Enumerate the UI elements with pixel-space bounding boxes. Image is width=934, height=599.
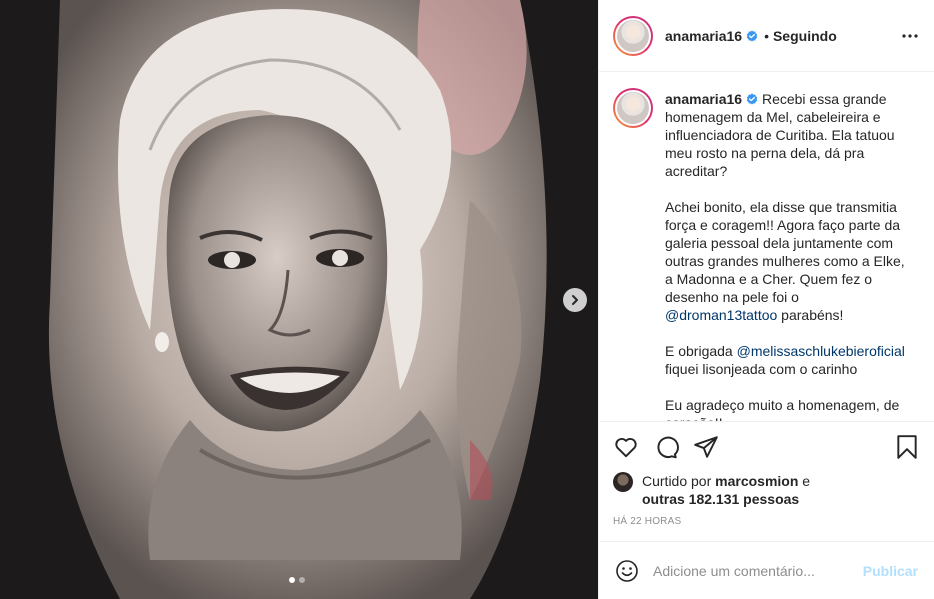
follow-status-button[interactable]: Seguindo: [773, 28, 837, 44]
carousel-dot-1: [289, 577, 295, 583]
caption-username[interactable]: anamaria16: [665, 91, 742, 107]
verified-badge-icon: [746, 93, 758, 105]
post-side-panel: anamaria16 • Seguindo anamaria16 Recebi …: [598, 0, 934, 599]
liker-avatar[interactable]: [613, 472, 633, 492]
caption-author-avatar[interactable]: [613, 88, 653, 128]
comment-icon[interactable]: [653, 434, 679, 460]
mention-link-melissaschlukebieroficial[interactable]: @melissaschlukebieroficial: [737, 343, 905, 359]
comment-input[interactable]: [653, 562, 863, 579]
post-media[interactable]: [0, 0, 598, 599]
heart-icon[interactable]: [613, 434, 639, 460]
more-options-icon[interactable]: [902, 33, 918, 38]
avatar-image: [615, 17, 651, 54]
liker-username[interactable]: marcosmion: [715, 473, 798, 489]
chevron-right-icon: [572, 295, 578, 305]
add-comment-bar: Publicar: [599, 541, 934, 599]
caption-text-4: Eu agradeço muito a homenagem, de coraçã…: [665, 397, 900, 421]
caption-paragraph-3: E obrigada @melissaschlukebieroficial fi…: [665, 342, 905, 378]
header-separator: •: [764, 27, 769, 44]
post-timestamp[interactable]: HÁ 22 HORAS: [613, 516, 920, 527]
likes-prefix: Curtido por: [642, 473, 712, 489]
caption-text-2-end: parabéns!: [781, 307, 844, 323]
caption-paragraph-1: anamaria16 Recebi essa grande homenagem …: [665, 90, 905, 180]
likes-others-link[interactable]: outras 182.131 pessoas: [642, 491, 799, 507]
likes-connector: e: [802, 473, 811, 489]
instagram-post: anamaria16 • Seguindo anamaria16 Recebi …: [0, 0, 934, 599]
post-caption: anamaria16 Recebi essa grande homenagem …: [665, 90, 905, 421]
publish-button[interactable]: Publicar: [863, 563, 918, 579]
share-icon[interactable]: [693, 434, 719, 460]
author-username[interactable]: anamaria16: [665, 28, 742, 44]
post-actions: Curtido por marcosmion e outras 182.131 …: [599, 421, 934, 527]
action-icons-row: [613, 432, 920, 462]
caption-text-2: Achei bonito, ela disse que transmitia f…: [665, 199, 905, 305]
emoji-icon[interactable]: [615, 559, 639, 583]
caption-text-3-end: fiquei lisonjeada com o carinho: [665, 361, 858, 377]
author-avatar[interactable]: [613, 15, 653, 56]
avatar-image: [615, 90, 651, 126]
likes-summary: Curtido por marcosmion e outras 182.131 …: [613, 472, 920, 508]
post-header: anamaria16 • Seguindo: [599, 0, 934, 72]
next-slide-button[interactable]: [563, 288, 587, 312]
caption-paragraph-2: Achei bonito, ela disse que transmitia f…: [665, 198, 905, 324]
bookmark-icon[interactable]: [894, 434, 920, 460]
carousel-indicator: [289, 577, 305, 583]
verified-badge-icon: [746, 30, 758, 41]
likes-text: Curtido por marcosmion e outras 182.131 …: [642, 472, 810, 508]
carousel-dot-2: [299, 577, 305, 583]
caption-text-3-start: E obrigada: [665, 343, 733, 359]
comments-section[interactable]: anamaria16 Recebi essa grande homenagem …: [599, 72, 934, 421]
mention-link-droman13tattoo[interactable]: @droman13tattoo: [665, 307, 777, 323]
tattoo-photo: [0, 0, 598, 599]
caption-paragraph-4: Eu agradeço muito a homenagem, de coraçã…: [665, 396, 905, 421]
